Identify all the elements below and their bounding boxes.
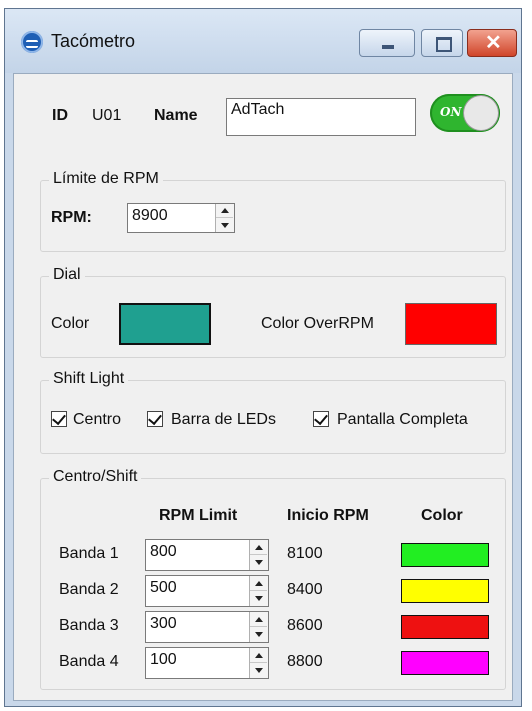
shift-light-group: Shift Light Centro Barra de LEDs Pantall… (40, 370, 506, 454)
power-toggle[interactable]: ON (430, 94, 500, 132)
barra-leds-checkbox-label: Barra de LEDs (171, 411, 276, 428)
app-icon (21, 31, 43, 53)
band-color-swatch[interactable] (401, 543, 489, 567)
band-increment-button[interactable] (250, 648, 267, 663)
dial-color-swatch[interactable] (119, 303, 211, 345)
band-increment-button[interactable] (250, 576, 267, 591)
check-icon (148, 410, 162, 426)
band-inicio-value: 8100 (287, 545, 323, 562)
centro-checkbox[interactable] (51, 410, 67, 427)
overrpm-color-label: Color OverRPM (261, 315, 374, 332)
band-inicio-value: 8600 (287, 617, 323, 634)
band-label: Banda 2 (59, 581, 119, 598)
up-arrow-icon (254, 616, 263, 622)
client-area: ID U01 Name AdTach ON Límite de RPM RPM:… (13, 73, 513, 701)
check-icon (52, 410, 66, 426)
shift-light-group-title: Shift Light (49, 370, 129, 388)
band-decrement-button[interactable] (250, 663, 267, 678)
band-limit-stepper[interactable]: 300 (145, 611, 269, 643)
minimize-icon (382, 45, 394, 49)
band-spin-buttons (249, 576, 268, 606)
band-limit-stepper[interactable]: 100 (145, 647, 269, 679)
down-arrow-icon (254, 668, 263, 673)
band-decrement-button[interactable] (250, 555, 267, 570)
band-inicio-value: 8400 (287, 581, 323, 598)
band-limit-value: 500 (150, 579, 177, 596)
dial-group: Dial Color Color OverRPM (40, 266, 506, 358)
inicio-rpm-header: Inicio RPM (287, 507, 369, 524)
tachometer-window: Tacómetro ✕ ID U01 Name AdTach ON Límite… (4, 8, 522, 707)
band-limit-value: 800 (150, 543, 177, 560)
band-inicio-value: 8800 (287, 653, 323, 670)
up-arrow-icon (220, 208, 229, 213)
dial-group-title: Dial (49, 266, 85, 284)
rpm-limit-group: Límite de RPM RPM: 8900 (40, 170, 506, 252)
close-button[interactable]: ✕ (467, 29, 517, 57)
rpm-stepper[interactable]: 8900 (127, 203, 235, 233)
close-icon: ✕ (485, 32, 502, 54)
band-spin-buttons (249, 612, 268, 642)
up-arrow-icon (254, 544, 263, 550)
window-title: Tacómetro (51, 31, 136, 51)
rpm-increment-button[interactable] (216, 204, 233, 218)
id-value: U01 (92, 107, 122, 124)
toggle-label: ON (440, 105, 462, 119)
band-color-swatch[interactable] (401, 651, 489, 675)
maximize-icon (436, 37, 452, 52)
pantalla-completa-checkbox-label: Pantalla Completa (337, 411, 468, 428)
band-label: Banda 4 (59, 653, 119, 670)
band-limit-stepper[interactable]: 500 (145, 575, 269, 607)
rpm-label: RPM: (51, 209, 92, 226)
band-increment-button[interactable] (250, 540, 267, 555)
centro-shift-group: Centro/Shift RPM Limit Inicio RPM Color … (40, 468, 506, 690)
toggle-knob (464, 96, 498, 130)
band-limit-value: 100 (150, 651, 177, 668)
down-arrow-icon (254, 560, 263, 565)
maximize-button[interactable] (421, 29, 463, 57)
overrpm-color-swatch[interactable] (405, 303, 497, 345)
down-arrow-icon (254, 596, 263, 601)
band-limit-stepper[interactable]: 800 (145, 539, 269, 571)
band-decrement-button[interactable] (250, 627, 267, 642)
id-label: ID (52, 107, 68, 124)
up-arrow-icon (254, 652, 263, 658)
up-arrow-icon (254, 580, 263, 586)
color-header: Color (421, 507, 463, 524)
band-color-swatch[interactable] (401, 615, 489, 639)
name-input[interactable]: AdTach (226, 98, 416, 136)
title-bar[interactable]: Tacómetro ✕ (5, 9, 521, 73)
barra-leds-checkbox[interactable] (147, 410, 163, 427)
centro-shift-group-title: Centro/Shift (49, 468, 142, 486)
rpm-value: 8900 (132, 207, 168, 224)
name-input-value: AdTach (231, 101, 285, 118)
rpm-limit-header: RPM Limit (159, 507, 238, 524)
rpm-spin-buttons (215, 204, 234, 232)
band-increment-button[interactable] (250, 612, 267, 627)
pantalla-completa-checkbox[interactable] (313, 410, 329, 427)
band-spin-buttons (249, 648, 268, 678)
band-limit-value: 300 (150, 615, 177, 632)
band-spin-buttons (249, 540, 268, 570)
band-label: Banda 3 (59, 617, 119, 634)
rpm-decrement-button[interactable] (216, 218, 233, 232)
dial-color-label: Color (51, 315, 90, 332)
rpm-limit-group-title: Límite de RPM (49, 170, 163, 188)
band-color-swatch[interactable] (401, 579, 489, 603)
minimize-button[interactable] (359, 29, 415, 57)
down-arrow-icon (220, 222, 229, 228)
band-label: Banda 1 (59, 545, 119, 562)
name-label: Name (154, 107, 198, 124)
down-arrow-icon (254, 632, 263, 637)
centro-checkbox-label: Centro (73, 411, 122, 428)
band-decrement-button[interactable] (250, 591, 267, 606)
check-icon (314, 410, 328, 426)
